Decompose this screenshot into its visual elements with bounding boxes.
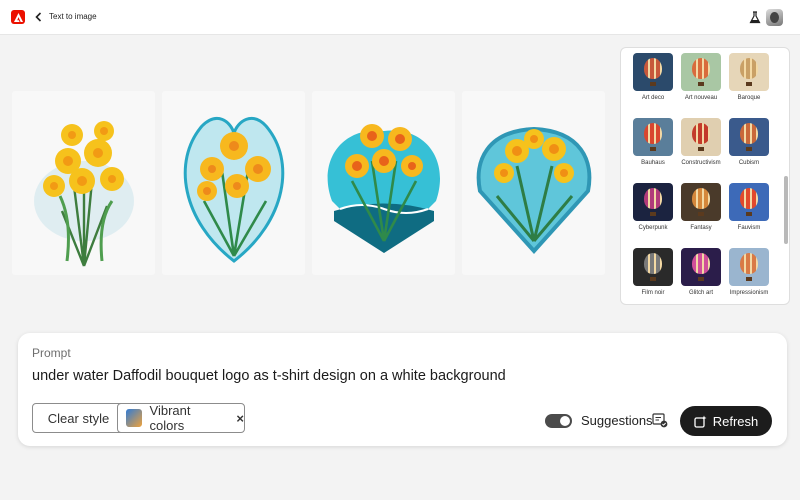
style-option-fantasy[interactable]: Fantasy bbox=[681, 183, 721, 231]
clear-style-button[interactable]: Clear style bbox=[32, 403, 125, 433]
close-icon[interactable]: × bbox=[236, 411, 244, 426]
page-title: Text to image bbox=[49, 12, 97, 21]
style-label: Impressionism bbox=[729, 290, 769, 296]
hot-air-balloon-image bbox=[633, 183, 673, 221]
style-label: Cubism bbox=[738, 160, 760, 166]
avatar[interactable] bbox=[766, 9, 783, 26]
generated-image-1[interactable] bbox=[12, 91, 155, 275]
hot-air-balloon-image bbox=[681, 248, 721, 286]
hot-air-balloon-image bbox=[729, 53, 769, 91]
hot-air-balloon-image bbox=[633, 248, 673, 286]
generated-image-2[interactable] bbox=[162, 91, 305, 275]
hot-air-balloon-image bbox=[681, 118, 721, 156]
hot-air-balloon-image bbox=[729, 118, 769, 156]
prompt-input[interactable]: under water Daffodil bouquet logo as t-s… bbox=[32, 368, 506, 384]
style-option-constructivism[interactable]: Constructivism bbox=[681, 118, 721, 166]
style-option-baroque[interactable]: Baroque bbox=[729, 53, 769, 101]
hot-air-balloon-image bbox=[729, 183, 769, 221]
style-option-glitch-art[interactable]: Glitch art bbox=[681, 248, 721, 296]
adobe-logo-icon[interactable] bbox=[11, 10, 25, 24]
style-option-impressionism[interactable]: Impressionism bbox=[729, 248, 769, 296]
hot-air-balloon-image bbox=[681, 53, 721, 91]
hot-air-balloon-image bbox=[681, 183, 721, 221]
style-option-art-nouveau[interactable]: Art nouveau bbox=[681, 53, 721, 101]
beaker-icon[interactable] bbox=[749, 11, 761, 24]
style-option-film-noir[interactable]: Film noir bbox=[633, 248, 673, 296]
style-label: Fauvism bbox=[737, 225, 761, 231]
top-bar: Text to image bbox=[0, 0, 800, 35]
hot-air-balloon-image bbox=[729, 248, 769, 286]
prompt-label: Prompt bbox=[32, 346, 71, 360]
chevron-left-icon[interactable] bbox=[33, 9, 43, 25]
prompt-card: Prompt under water Daffodil bouquet logo… bbox=[18, 333, 787, 446]
style-option-fauvism[interactable]: Fauvism bbox=[729, 183, 769, 231]
refresh-label: Refresh bbox=[712, 413, 759, 429]
style-option-cubism[interactable]: Cubism bbox=[729, 118, 769, 166]
suggestions-icon[interactable] bbox=[652, 412, 668, 428]
style-chip-vibrant-colors[interactable]: Vibrant colors × bbox=[117, 403, 245, 433]
refresh-button[interactable]: Refresh bbox=[680, 406, 772, 436]
scrollbar[interactable] bbox=[784, 176, 788, 244]
generated-image-4[interactable] bbox=[462, 91, 605, 275]
hot-air-balloon-image bbox=[633, 53, 673, 91]
generated-image-3[interactable] bbox=[312, 91, 455, 275]
style-thumbnail-icon bbox=[126, 409, 142, 427]
style-option-art-deco[interactable]: Art deco bbox=[633, 53, 673, 101]
chip-label: Vibrant colors bbox=[149, 403, 191, 433]
style-panel: Art deco Art nouveau Baroque Bauhaus Constru… bbox=[620, 47, 790, 305]
style-option-cyberpunk[interactable]: Cyberpunk bbox=[633, 183, 673, 231]
style-label: Baroque bbox=[737, 95, 761, 101]
suggestions-toggle[interactable] bbox=[545, 414, 572, 428]
refresh-sparkle-icon bbox=[694, 415, 707, 428]
suggestions-label: Suggestions bbox=[581, 413, 653, 428]
style-option-bauhaus[interactable]: Bauhaus bbox=[633, 118, 673, 166]
hot-air-balloon-image bbox=[633, 118, 673, 156]
